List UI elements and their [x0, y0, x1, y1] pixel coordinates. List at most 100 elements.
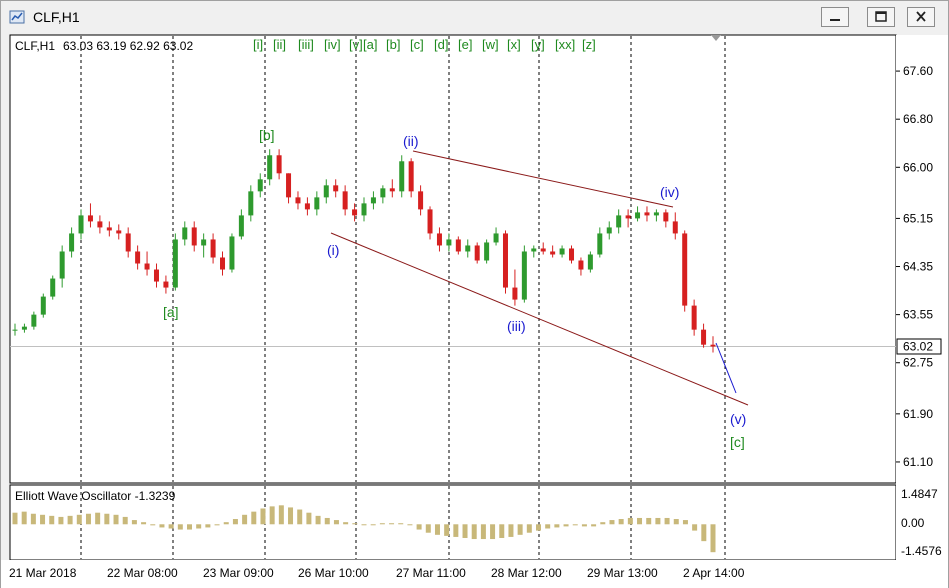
candle	[587, 251, 593, 273]
main-plot-area[interactable]	[9, 34, 897, 484]
price-tick-label: 63.55	[903, 308, 933, 322]
oscillator-bar	[591, 524, 597, 527]
price-tick-label: 61.90	[903, 407, 933, 421]
oscillator-bar	[315, 515, 321, 525]
oscillator-bar	[517, 524, 523, 535]
oscillator-bar	[637, 517, 643, 525]
close-button[interactable]	[907, 7, 935, 27]
osc-tick-min: -1.4576	[901, 544, 942, 558]
oscillator-bar	[177, 524, 183, 530]
oscillator-bar	[462, 524, 468, 538]
oscillator-bar	[278, 505, 284, 525]
chart-window: CLF,H1 67.60 66.80 66.00 65.15 64.35 63.55 62.…	[0, 0, 949, 588]
wave-label-b[interactable]: [b]	[259, 127, 275, 143]
wave-label-a[interactable]: [a]	[163, 304, 179, 320]
minimize-icon	[830, 19, 840, 21]
wave-label-ii[interactable]: (ii)	[403, 133, 419, 149]
oscillator-bar	[85, 513, 91, 525]
osc-tick-zero: 0.00	[901, 516, 925, 530]
wave-toolbar-item[interactable]: [y]	[531, 37, 545, 52]
oscillator-bar	[572, 524, 578, 526]
candle	[474, 242, 480, 264]
wave-toolbar-item[interactable]: [i]	[253, 37, 263, 52]
wave-toolbar-item[interactable]: [e]	[458, 37, 472, 52]
oscillator-bar	[444, 524, 450, 536]
oscillator-bar	[324, 517, 330, 525]
candle	[484, 239, 490, 264]
oscillator-bar	[618, 519, 624, 525]
current-price-label: 63.02	[903, 339, 933, 353]
oscillator-bar	[434, 524, 440, 535]
wave-toolbar-item[interactable]: [w]	[482, 37, 499, 52]
time-tick-label: 2 Apr 14:00	[683, 566, 745, 580]
wave-label-iv[interactable]: (iv)	[660, 184, 679, 200]
candle	[40, 293, 46, 318]
restore-button[interactable]	[867, 7, 895, 27]
wave-label-i[interactable]: (i)	[327, 242, 339, 258]
oscillator-bar	[536, 524, 541, 531]
oscillator-bar	[710, 524, 716, 553]
price-tick-label: 61.10	[903, 455, 933, 469]
wave-toolbar-item[interactable]: [xx]	[555, 37, 575, 52]
chart-window-icon	[9, 10, 25, 24]
wave-label-c[interactable]: [c]	[730, 434, 745, 450]
oscillator-bar	[370, 524, 376, 526]
time-tick-label: 22 Mar 08:00	[107, 566, 178, 580]
oscillator-bar	[260, 508, 266, 525]
oscillator-bar	[664, 517, 670, 525]
oscillator-bar	[159, 524, 165, 528]
time-tick-label: 21 Mar 2018	[9, 566, 77, 580]
oscillator-bar	[407, 524, 413, 526]
wave-label-iii[interactable]: (iii)	[507, 318, 526, 334]
oscillator-bar	[480, 524, 486, 540]
oscillator-bar	[168, 524, 174, 529]
oscillator-bar	[58, 516, 64, 525]
wave-label-v[interactable]: (v)	[730, 411, 746, 427]
time-tick-label: 27 Mar 11:00	[396, 566, 466, 580]
oscillator-bar	[306, 512, 312, 525]
wave-toolbar-item[interactable]: [z]	[582, 37, 596, 52]
wave-toolbar-item[interactable]: [iii]	[298, 37, 314, 52]
close-icon	[916, 11, 926, 22]
oscillator-bar	[581, 524, 587, 527]
oscillator-bar	[554, 524, 560, 528]
oscillator-bar	[471, 524, 477, 540]
oscillator-bar	[67, 515, 73, 525]
oscillator-bar	[251, 511, 257, 525]
oscillator-bar	[600, 522, 606, 525]
oscillator-bar	[242, 514, 248, 525]
oscillator-bar	[361, 524, 367, 526]
minimize-button[interactable]	[821, 7, 849, 27]
oscillator-bar	[214, 524, 220, 526]
oscillator-bar	[499, 524, 505, 538]
wave-toolbar-item[interactable]: [x]	[507, 37, 521, 52]
oscillator-bar	[122, 516, 128, 525]
chart-ohlc: 63.03 63.19 62.92 63.02	[63, 39, 193, 53]
oscillator-bar	[389, 523, 395, 525]
candle	[229, 233, 235, 273]
oscillator-bar	[76, 514, 82, 525]
wave-toolbar-item[interactable]: [d]	[434, 37, 448, 52]
oscillator-bar	[333, 520, 339, 525]
oscillator-bar	[269, 506, 275, 525]
oscillator-bar	[131, 520, 137, 525]
oscillator-bar	[196, 524, 202, 529]
wave-toolbar-item[interactable]: [c]	[410, 37, 424, 52]
oscillator-bar	[646, 517, 652, 525]
price-tick-label: 66.00	[903, 160, 933, 174]
time-tick-label: 23 Mar 09:00	[203, 566, 274, 580]
wave-toolbar-item[interactable]: [ii]	[273, 37, 286, 52]
wave-toolbar-item[interactable]: [b]	[386, 37, 400, 52]
wave-toolbar-item[interactable]: [v]	[349, 37, 363, 52]
wave-toolbar-item[interactable]: [a]	[363, 37, 377, 52]
oscillator-bar	[563, 524, 569, 527]
wave-toolbar-item[interactable]: [iv]	[324, 37, 341, 52]
oscillator-bar	[609, 520, 615, 525]
title-bar[interactable]: CLF,H1	[1, 1, 948, 33]
oscillator-bar	[490, 524, 496, 540]
oscillator-bar	[352, 523, 358, 525]
candle	[682, 230, 688, 312]
price-chart[interactable]: 67.60 66.80 66.00 65.15 64.35 63.55 62.75 61.90…	[1, 33, 948, 588]
oscillator-bar	[288, 507, 294, 525]
oscillator-bar	[508, 524, 514, 537]
